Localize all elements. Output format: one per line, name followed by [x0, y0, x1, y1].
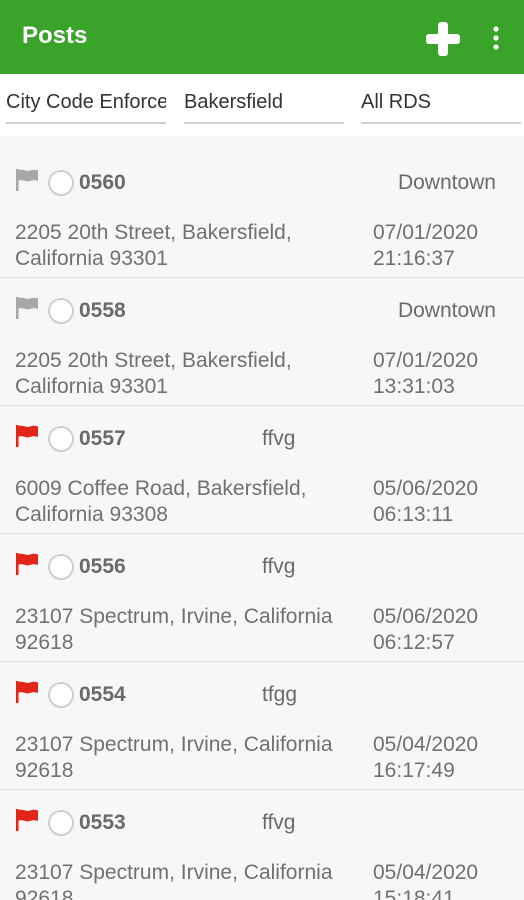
post-tag: ffvg	[262, 427, 296, 450]
flag-icon[interactable]	[14, 424, 40, 448]
more-options-button[interactable]	[484, 22, 508, 54]
post-time: 06:12:57	[373, 631, 455, 654]
post-date: 05/04/2020	[373, 733, 479, 756]
post-number: 0556	[79, 555, 126, 578]
post-tag: ffvg	[262, 811, 296, 834]
post-date: 07/01/2020	[373, 349, 479, 372]
post-address: 23107 Spectrum, Irvine, California 92618	[15, 861, 333, 900]
post-row[interactable]: 0557 ffvg 6009 Coffee Road, Bakersfield, C…	[0, 406, 524, 534]
post-number: 0553	[79, 811, 126, 834]
filter-bar: City Code Enforcement Bakersfield All RD…	[0, 74, 524, 136]
post-datetime: 05/06/2020 06:12:57	[373, 604, 478, 656]
flag-icon[interactable]	[14, 552, 40, 576]
page-title: Posts	[22, 22, 88, 49]
post-row[interactable]: 0558 Downtown 2205 20th Street, Bakersfiel…	[0, 278, 524, 406]
post-time: 16:17:49	[373, 759, 455, 782]
post-date: 05/06/2020	[373, 605, 479, 628]
post-datetime: 07/01/2020 13:31:03	[373, 348, 478, 400]
post-number: 0554	[79, 683, 126, 706]
city-filter[interactable]: Bakersfield	[184, 88, 344, 124]
post-date: 07/01/2020	[373, 221, 479, 244]
post-row[interactable]: 0556 ffvg 23107 Spectrum, Irvine, Californ…	[0, 534, 524, 662]
post-time: 13:31:03	[373, 375, 455, 398]
post-row[interactable]: 0554 tfgg 23107 Spectrum, Irvine, Californ…	[0, 662, 524, 790]
posts-list: 0560 Downtown 2205 20th Street, Bakersfiel…	[0, 150, 524, 900]
post-tag: ffvg	[262, 555, 296, 578]
post-date: 05/06/2020	[373, 477, 479, 500]
post-address: 23107 Spectrum, Irvine, California 92618	[15, 605, 333, 654]
post-datetime: 05/06/2020 06:13:11	[373, 476, 478, 528]
post-number: 0560	[79, 171, 126, 194]
rds-filter[interactable]: All RDS	[361, 88, 521, 124]
more-vertical-icon	[493, 26, 499, 50]
category-filter[interactable]: City Code Enforcement	[6, 88, 166, 124]
select-checkbox[interactable]	[48, 554, 74, 580]
post-date: 05/04/2020	[373, 861, 479, 884]
select-checkbox[interactable]	[48, 426, 74, 452]
post-area: Downtown	[397, 171, 496, 194]
post-datetime: 05/04/2020 15:18:41	[373, 860, 478, 900]
post-time: 15:18:41	[373, 887, 455, 900]
app-bar: Posts	[0, 0, 524, 74]
post-address: 2205 20th Street, Bakersfield, Californi…	[15, 349, 292, 398]
post-tag: tfgg	[262, 683, 298, 706]
add-post-button[interactable]	[424, 20, 462, 58]
plus-icon	[426, 22, 460, 56]
flag-icon[interactable]	[14, 680, 40, 704]
select-checkbox[interactable]	[48, 170, 74, 196]
post-number: 0557	[79, 427, 126, 450]
post-datetime: 05/04/2020 16:17:49	[373, 732, 478, 784]
flag-icon[interactable]	[14, 296, 40, 320]
select-checkbox[interactable]	[48, 298, 74, 324]
flag-icon[interactable]	[14, 808, 40, 832]
post-datetime: 07/01/2020 21:16:37	[373, 220, 478, 272]
post-time: 06:13:11	[373, 503, 454, 526]
post-address: 2205 20th Street, Bakersfield, Californi…	[15, 221, 292, 270]
post-row[interactable]: 0560 Downtown 2205 20th Street, Bakersfiel…	[0, 150, 524, 278]
post-time: 21:16:37	[373, 247, 455, 270]
post-address: 23107 Spectrum, Irvine, California 92618	[15, 733, 333, 782]
select-checkbox[interactable]	[48, 810, 74, 836]
post-address: 6009 Coffee Road, Bakersfield, Californi…	[15, 477, 307, 526]
post-area: Downtown	[397, 299, 496, 322]
post-number: 0558	[79, 299, 126, 322]
post-row[interactable]: 0553 ffvg 23107 Spectrum, Irvine, Californ…	[0, 790, 524, 900]
select-checkbox[interactable]	[48, 682, 74, 708]
flag-icon[interactable]	[14, 168, 40, 192]
